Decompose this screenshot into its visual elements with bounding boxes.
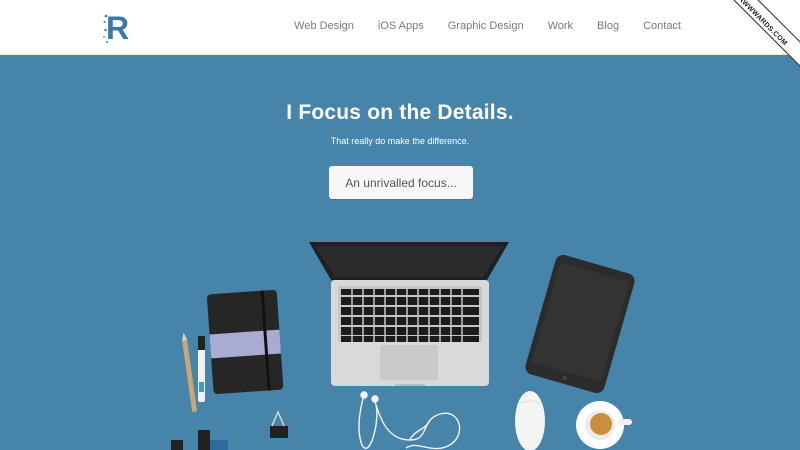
supplies-icon [171,430,228,450]
r-logo-icon[interactable]: R [103,10,133,44]
coffee-cup-icon [576,401,632,449]
notebook-icon [207,289,284,395]
hero-subtitle: That really do make the difference. [330,136,470,146]
hero-title: I Focus on the Details. [286,101,514,124]
tablet-icon [525,254,635,394]
mouse-icon [515,391,545,450]
pen-icon [198,336,205,402]
main-nav: Web Design iOS Apps Graphic Design Work … [294,20,681,32]
earphones-icon [358,391,461,450]
cta-button[interactable]: An unrivalled focus... [329,166,473,199]
nav-work[interactable]: Work [548,20,573,32]
desk-illustration [171,242,635,450]
nav-blog[interactable]: Blog [597,20,619,32]
nav-ios-apps[interactable]: iOS Apps [378,20,424,32]
pencil-icon [182,332,198,413]
site-header: R Web Design iOS Apps Graphic Design Wor… [0,0,800,55]
nav-graphic-design[interactable]: Graphic Design [448,20,524,32]
laptop-icon [309,242,509,386]
nav-contact[interactable]: Contact [643,20,681,32]
binder-clip-icon [270,410,288,438]
nav-web-design[interactable]: Web Design [294,20,354,32]
logo-letter: R [106,10,129,44]
